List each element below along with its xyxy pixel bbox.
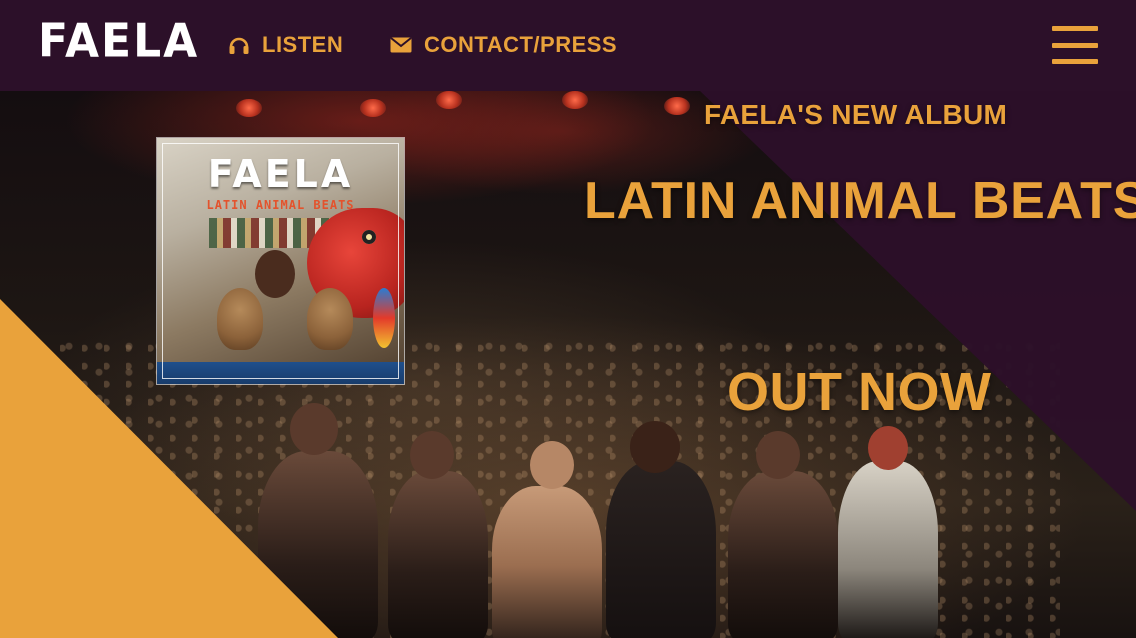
envelope-icon xyxy=(390,37,412,53)
stage-light xyxy=(436,91,462,109)
hero-album-title: LATIN ANIMAL BEATS xyxy=(584,172,1136,230)
band-member-head xyxy=(410,431,454,479)
band-member xyxy=(388,471,488,638)
hamburger-line xyxy=(1052,59,1098,64)
band-member xyxy=(606,461,716,638)
hamburger-menu-icon[interactable] xyxy=(1052,26,1098,64)
nav-listen-link[interactable]: LISTEN xyxy=(228,30,343,60)
band-member-head xyxy=(868,426,908,470)
nav-listen-label: LISTEN xyxy=(262,32,344,57)
hero-section: FAELA LATIN ANIMAL BEATS FAELA'S NEW ALB… xyxy=(0,91,1136,638)
faela-logo[interactable]: FAELA xyxy=(38,15,199,70)
band-member-head xyxy=(530,441,574,489)
hamburger-line xyxy=(1052,42,1098,48)
album-cover-subtitle: LATIN ANIMAL BEATS xyxy=(206,198,355,212)
nav-contact-label: CONTACT/PRESS xyxy=(424,32,618,57)
stage-light xyxy=(664,97,690,115)
band-member xyxy=(728,471,838,638)
band-member-head xyxy=(756,431,800,479)
stage-light xyxy=(236,99,262,117)
band-member-head xyxy=(630,421,680,473)
album-cover-title: FAELA xyxy=(207,152,354,196)
out-now-cta[interactable]: OUT NOW xyxy=(727,361,991,423)
band-member xyxy=(492,486,602,638)
nav-contact-press-link[interactable]: CONTACT/PRESS xyxy=(390,30,617,60)
headphones-icon xyxy=(228,35,250,55)
hamburger-line xyxy=(1052,26,1098,31)
hero-kicker: FAELA'S NEW ALBUM xyxy=(704,99,1008,130)
stage-light xyxy=(562,91,588,109)
album-cover[interactable]: FAELA LATIN ANIMAL BEATS xyxy=(157,138,404,384)
stage-light xyxy=(360,99,386,117)
band-member-head xyxy=(290,403,338,455)
site-header: FAELA LISTEN CONTACT/PRESS xyxy=(0,0,1136,91)
band-member xyxy=(838,461,938,638)
